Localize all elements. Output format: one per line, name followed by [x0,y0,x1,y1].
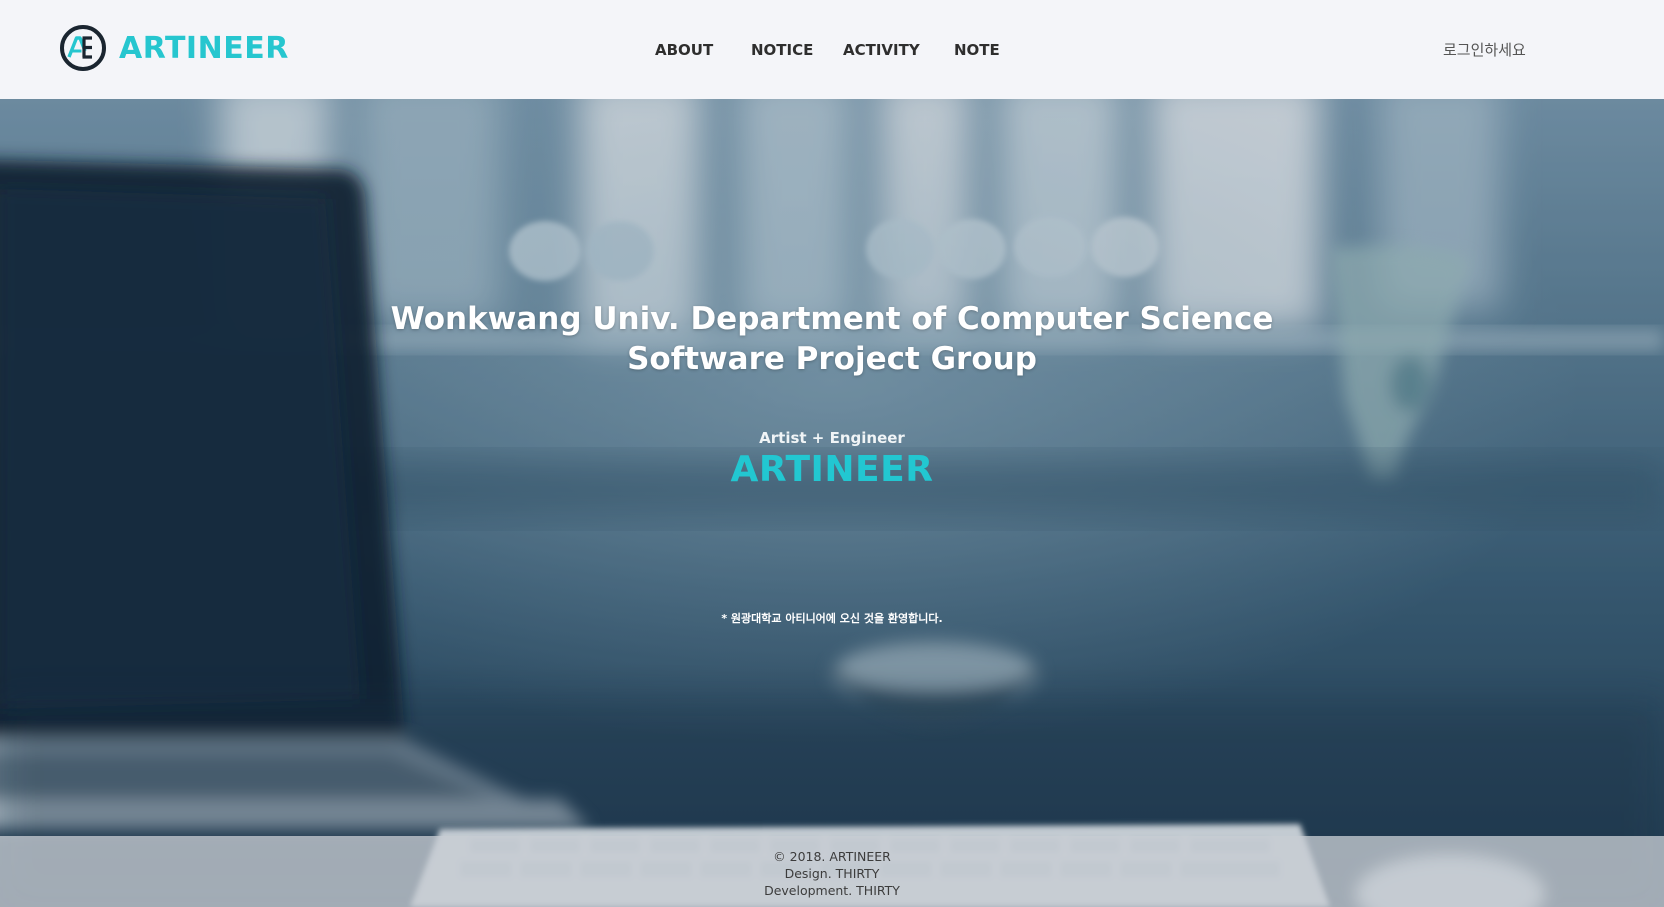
hero-section: Wonkwang Univ. Department of Computer Sc… [0,99,1664,907]
footer-development-credit: Development. THIRTY [764,883,900,898]
nav-note[interactable]: NOTE [954,41,1000,59]
hero-welcome-message: * 원광대학교 아티니어에 오신 것을 환영합니다. [721,612,943,625]
site-footer: © 2018. ARTINEER Design. THIRTY Developm… [0,836,1664,907]
site-header: ARTINEER ABOUT NOTICE ACTIVITY NOTE 로그인하… [0,0,1664,99]
nav-about[interactable]: ABOUT [655,41,713,59]
footer-copyright: © 2018. ARTINEER [773,849,891,864]
main-nav: ABOUT NOTICE ACTIVITY NOTE [0,41,1664,61]
hero-overlay [0,99,1664,907]
nav-activity[interactable]: ACTIVITY [843,41,920,59]
footer-design-credit: Design. THIRTY [784,866,880,881]
hero-title: Wonkwang Univ. Department of Computer Sc… [0,299,1664,379]
hero-brand: ARTINEER [730,449,934,490]
hero-title-line-1: Wonkwang Univ. Department of Computer Sc… [390,301,1274,337]
hero-title-line-2: Software Project Group [627,341,1037,377]
login-link[interactable]: 로그인하세요 [1443,39,1526,60]
nav-notice[interactable]: NOTICE [751,41,813,59]
hero-subtitle: Artist + Engineer [759,429,905,447]
page: ARTINEER ABOUT NOTICE ACTIVITY NOTE 로그인하… [0,0,1664,907]
